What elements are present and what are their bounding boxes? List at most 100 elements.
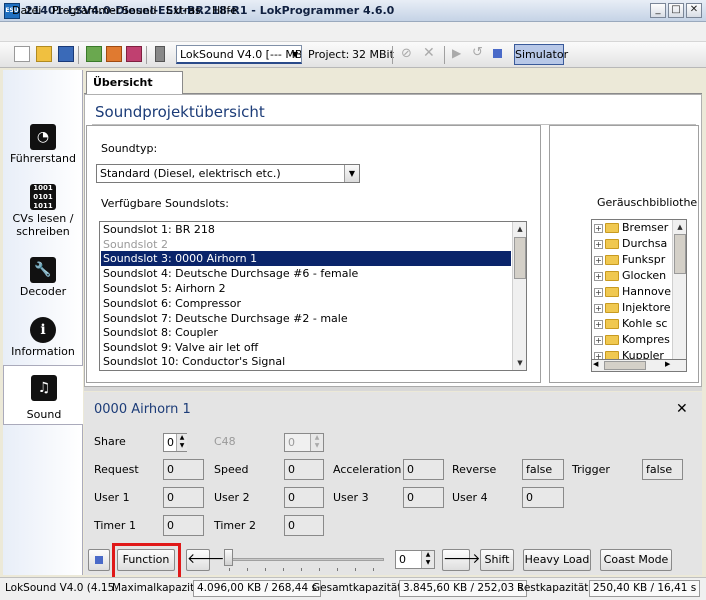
status-rest-value: 250,40 KB / 16,41 s — [589, 580, 701, 597]
menu-datei[interactable]: Datei — [12, 4, 41, 17]
menu-hilfe[interactable]: Hilfe — [212, 4, 237, 17]
expand-icon[interactable]: + — [594, 239, 603, 249]
expand-icon[interactable]: + — [594, 271, 603, 281]
write-decoder-icon[interactable] — [106, 46, 122, 62]
soundslot-list[interactable]: Soundslot 1: BR 218 Soundslot 2 Soundslo… — [99, 221, 527, 371]
scroll-up-icon[interactable]: ▲ — [673, 220, 687, 234]
close-window-button[interactable]: ✕ — [686, 3, 702, 18]
new-file-icon[interactable] — [14, 46, 30, 62]
tree-item[interactable]: + Kompres — [594, 332, 684, 348]
splitter[interactable] — [84, 386, 702, 391]
scroll-right-icon[interactable]: ▶ — [665, 360, 670, 368]
play-icon[interactable]: ▶ — [452, 46, 461, 60]
folder-icon — [605, 271, 619, 281]
disconnect-icon[interactable]: ✕ — [423, 45, 435, 61]
tree-item[interactable]: + Durchsa — [594, 236, 684, 252]
list-item[interactable]: Soundslot 10: Conductor's Signal — [101, 354, 511, 369]
expand-icon[interactable]: + — [594, 335, 603, 345]
scroll-down-icon[interactable]: ▼ — [513, 356, 526, 370]
tree-item-label: Kompres — [622, 333, 670, 346]
scrollbar[interactable]: ▲ ▼ — [672, 220, 686, 370]
link-icon[interactable]: ⊘ — [401, 46, 412, 61]
horizontal-scrollbar[interactable]: ◀ ▶ — [591, 359, 687, 372]
sidebar-item-sound[interactable]: ♫ Sound — [3, 365, 83, 425]
tree-item[interactable]: + Bremser — [594, 220, 684, 236]
tree-item[interactable]: + Glocken — [594, 268, 684, 284]
spinner-arrows-icon[interactable]: ▲ ▼ — [310, 434, 323, 451]
sidebar-item-fuehrerstand[interactable]: ◔ Führerstand — [3, 118, 83, 176]
expand-icon[interactable]: + — [594, 319, 603, 329]
simulator-button[interactable]: Simulator — [514, 44, 568, 65]
sidebar-item-cvs[interactable]: 1001 0101 1011 CVs lesen / schreiben — [3, 178, 83, 244]
scroll-up-icon[interactable]: ▲ — [513, 222, 526, 236]
list-item[interactable]: Soundslot 2 — [101, 237, 511, 252]
menu-sound[interactable]: Sound — [122, 4, 157, 17]
list-item[interactable]: Soundslot 7: Deutsche Durchsage #2 - mal… — [101, 311, 511, 326]
list-item[interactable]: Soundslot 9: Valve air let off — [101, 340, 511, 355]
maximize-button[interactable]: □ — [668, 3, 684, 18]
expand-icon[interactable]: + — [594, 303, 603, 313]
scroll-thumb[interactable] — [674, 234, 686, 274]
scrollbar[interactable]: ▲ ▼ — [512, 222, 526, 370]
decoder-select[interactable]: LokSound V4.0 [--- MBit] — [176, 45, 302, 64]
status-rest-label: Restkapazität: — [517, 582, 592, 594]
slot-title: 0000 Airhorn 1 — [94, 402, 191, 417]
soundtyp-select[interactable]: Standard (Diesel, elektrisch etc.) — [96, 164, 360, 183]
list-item[interactable]: Soundslot 1: BR 218 — [101, 222, 511, 237]
scroll-thumb[interactable] — [604, 361, 646, 370]
sidebar-item-information[interactable]: i Information — [3, 311, 83, 369]
minimize-button[interactable]: _ — [650, 3, 666, 18]
highlight-frame — [112, 543, 181, 581]
reverse-label: Reverse — [452, 463, 497, 476]
tree-item-label: Injektore — [622, 301, 671, 314]
list-item-selected[interactable]: Soundslot 3: 0000 Airhorn 1 — [101, 251, 511, 266]
tree-item[interactable]: + Funkspr — [594, 252, 684, 268]
arrow-right-button[interactable]: 🡒 — [442, 549, 481, 571]
acceleration-label: Acceleration — [333, 463, 402, 476]
expand-icon[interactable]: + — [594, 223, 603, 233]
list-item[interactable]: Soundslot 4: Deutsche Durchsage #6 - fem… — [101, 266, 511, 281]
tree-item-label: Kohle sc — [622, 317, 668, 330]
menu-programmer[interactable]: Programmer — [52, 4, 120, 17]
list-item[interactable]: Soundslot 5: Airhorn 2 — [101, 281, 511, 296]
trigger-label: Trigger — [572, 463, 610, 476]
stop-icon[interactable] — [493, 49, 502, 58]
read-decoder-icon[interactable] — [86, 46, 102, 62]
menu-extras[interactable]: Extras — [166, 4, 201, 17]
slider-thumb[interactable] — [224, 549, 233, 566]
arrow-left-button[interactable]: 🡐 — [186, 549, 225, 571]
tree-item-label: Bremser — [622, 221, 669, 234]
spinner-arrows-icon[interactable]: ▲ ▼ — [421, 551, 434, 568]
slider-track[interactable] — [226, 558, 384, 561]
pin-icon[interactable] — [155, 46, 165, 62]
list-item[interactable]: Soundslot 8: Coupler — [101, 325, 511, 340]
library-label: Geräuschbibliothek — [597, 196, 697, 209]
close-icon[interactable]: ✕ — [676, 401, 688, 417]
tree-item[interactable]: + Hannove — [594, 284, 684, 300]
request-label: Request — [94, 463, 139, 476]
coast-mode-button[interactable]: Coast Mode — [600, 549, 672, 571]
chevron-down-icon[interactable]: ▼ — [292, 50, 298, 59]
open-folder-icon[interactable] — [36, 46, 52, 62]
tree-item[interactable]: + Injektore — [594, 300, 684, 316]
expand-icon[interactable]: + — [594, 287, 603, 297]
shift-button[interactable]: Shift — [480, 549, 514, 571]
share-label: Share — [94, 435, 126, 448]
chevron-down-icon[interactable]: ▼ — [344, 165, 359, 182]
scroll-thumb[interactable] — [514, 237, 526, 279]
expand-icon[interactable]: + — [594, 255, 603, 265]
save-icon[interactable] — [58, 46, 74, 62]
spinner-arrows-icon[interactable]: ▲ ▼ — [176, 434, 187, 451]
scroll-left-icon[interactable]: ◀ — [593, 360, 598, 368]
user2-label: User 2 — [214, 491, 250, 504]
tree-item[interactable]: + Kohle sc — [594, 316, 684, 332]
stop-button[interactable] — [88, 549, 110, 571]
sound-write-icon[interactable] — [126, 46, 142, 62]
sidebar-item-decoder[interactable]: 🔧 Decoder — [3, 251, 83, 309]
folder-icon — [605, 335, 619, 345]
heavy-load-button[interactable]: Heavy Load — [523, 549, 591, 571]
tab-overview[interactable]: Übersicht — [86, 71, 183, 94]
reset-icon[interactable]: ↺ — [472, 45, 483, 60]
page-title: Soundprojektübersicht — [95, 103, 265, 121]
list-item[interactable]: Soundslot 6: Compressor — [101, 296, 511, 311]
